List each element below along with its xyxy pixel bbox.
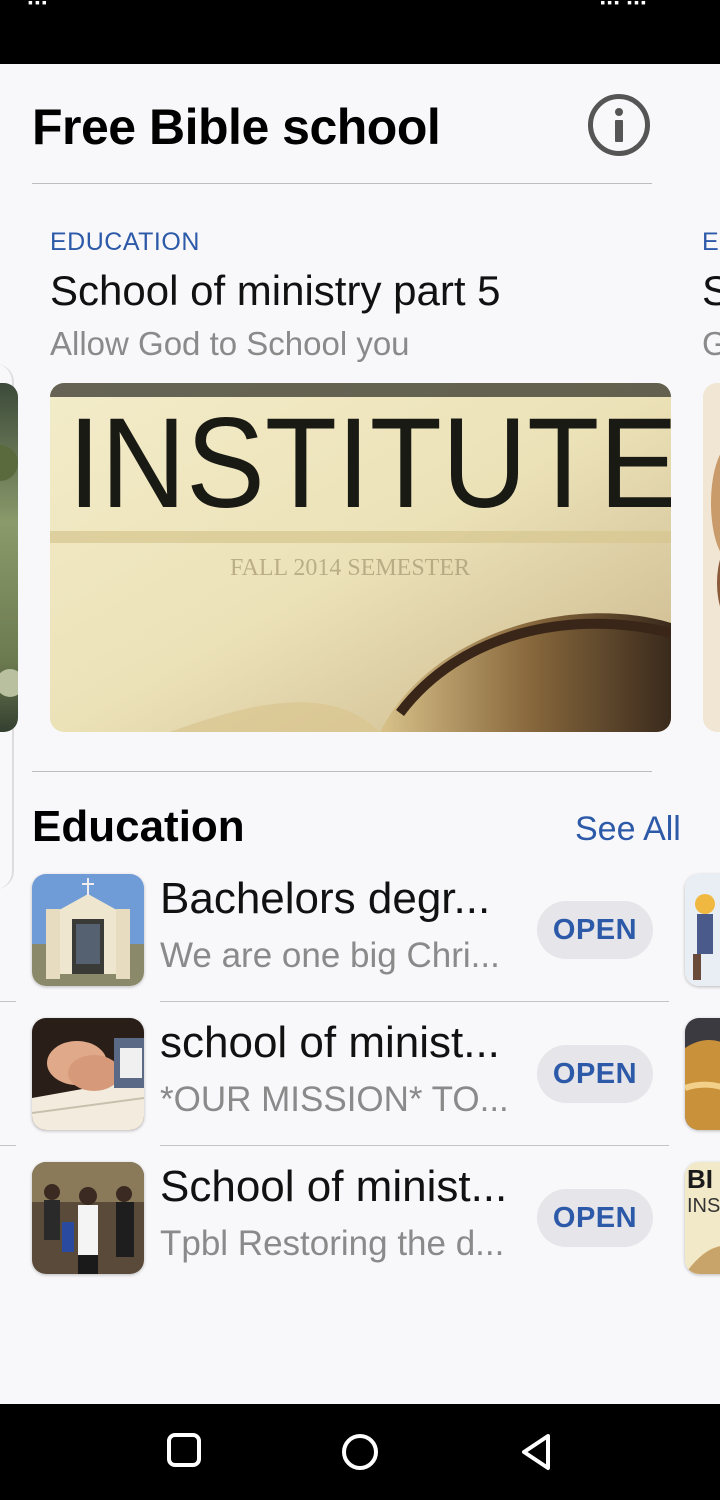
row-divider	[160, 1145, 669, 1146]
section-title: Education	[32, 802, 245, 851]
app-description: *OUR MISSION* TO...	[160, 1080, 509, 1119]
featured-category: EDUCATION	[50, 228, 200, 256]
next-app-icon[interactable]: BI INS	[685, 1162, 720, 1274]
app-description: Tpbl Restoring the d...	[160, 1224, 505, 1263]
row-divider	[160, 1001, 669, 1002]
status-right-icons: ▪▪▪ ▪▪▪	[600, 0, 648, 10]
back-icon[interactable]	[518, 1432, 554, 1472]
info-icon	[615, 108, 623, 142]
status-bar: ▪▪▪ ▪▪▪ ▪▪▪	[0, 0, 720, 64]
featured-image-text: INSTITUTE	[68, 392, 671, 535]
open-button[interactable]: OPEN	[537, 901, 653, 959]
next-card-category: E	[702, 228, 719, 256]
featured-title: School of ministry part 5	[50, 267, 501, 314]
next-card-image[interactable]	[703, 383, 720, 732]
section-divider	[32, 771, 652, 772]
next-card-title: S	[702, 267, 720, 314]
featured-image[interactable]: INSTITUTE FALL 2014 SEMESTER	[50, 383, 671, 732]
app-name: School of minist...	[160, 1162, 508, 1211]
next-app-icon[interactable]	[685, 874, 720, 986]
app-description: We are one big Chri...	[160, 936, 500, 975]
next-app-icon-text-2: INS	[687, 1195, 720, 1217]
next-card-subtitle: G	[702, 325, 720, 362]
app-screen: Free Bible school EDUCATION School of mi…	[0, 64, 720, 1404]
header-divider	[32, 183, 652, 184]
info-button[interactable]	[588, 94, 650, 156]
open-button[interactable]: OPEN	[537, 1189, 653, 1247]
app-name: school of minist...	[160, 1018, 500, 1067]
next-app-icon-text-1: BI	[687, 1164, 713, 1194]
app-icon-worship-group	[32, 1162, 144, 1274]
left-divider-stub	[0, 1001, 16, 1002]
page-title: Free Bible school	[32, 99, 441, 155]
app-icon-praying-hands	[32, 1018, 144, 1130]
app-icon-church-building	[32, 874, 144, 986]
open-button[interactable]: OPEN	[537, 1045, 653, 1103]
featured-card[interactable]: EDUCATION School of ministry part 5 Allo…	[50, 228, 690, 363]
featured-image-subtext: FALL 2014 SEMESTER	[230, 555, 470, 581]
app-row[interactable]: Bachelors degr... We are one big Chri...…	[32, 874, 672, 986]
header: Free Bible school	[32, 94, 652, 156]
featured-subtitle: Allow God to School you	[50, 325, 410, 362]
home-icon[interactable]	[340, 1432, 380, 1472]
previous-card-image[interactable]	[0, 383, 18, 732]
status-left-icons: ▪▪▪	[28, 0, 49, 10]
app-name: Bachelors degr...	[160, 874, 491, 923]
app-row[interactable]: school of minist... *OUR MISSION* TO... …	[32, 1018, 672, 1130]
next-card-text[interactable]: E S G	[702, 228, 720, 363]
app-row[interactable]: School of minist... Tpbl Restoring the d…	[32, 1162, 672, 1274]
left-divider-stub	[0, 1145, 16, 1146]
recent-apps-icon[interactable]	[166, 1432, 202, 1468]
navigation-bar	[0, 1404, 720, 1500]
next-app-icon[interactable]	[685, 1018, 720, 1130]
see-all-link[interactable]: See All	[575, 810, 681, 849]
